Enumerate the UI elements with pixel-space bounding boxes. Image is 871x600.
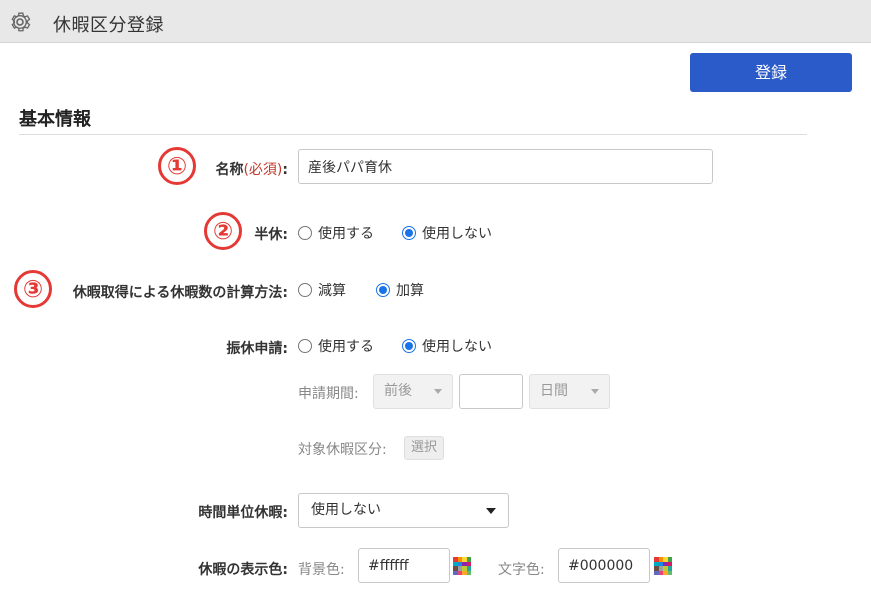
substitute-label: 振休申請:: [226, 341, 288, 357]
radio-circle-checked[interactable]: [402, 339, 416, 353]
color-palette-icon[interactable]: [654, 557, 672, 575]
name-input[interactable]: [298, 149, 713, 184]
hourly-leave-value: 使用しない: [311, 502, 381, 518]
period-unit-select[interactable]: 日間: [529, 374, 610, 409]
name-label: 名称(必須):: [215, 159, 288, 179]
calc-method-option-subtract[interactable]: 減算: [298, 280, 346, 300]
display-color-label: 休暇の表示色:: [198, 562, 288, 578]
radio-circle[interactable]: [298, 339, 312, 353]
radio-circle-checked[interactable]: [402, 226, 416, 240]
substitute-option-not-use[interactable]: 使用しない: [402, 336, 492, 356]
text-color-input[interactable]: [558, 548, 650, 583]
annotation-badge-2: ②: [204, 212, 242, 250]
required-mark: (必須): [243, 162, 283, 178]
radio-label: 使用しない: [422, 226, 492, 242]
half-day-label: 半休:: [254, 227, 288, 243]
radio-circle[interactable]: [298, 226, 312, 240]
chevron-down-icon: [591, 389, 599, 394]
gear-icon[interactable]: [8, 10, 32, 34]
radio-label: 使用する: [318, 339, 374, 355]
radio-circle-checked[interactable]: [376, 283, 390, 297]
background-color-label: 背景色:: [298, 562, 345, 578]
hourly-leave-label: 時間単位休暇:: [198, 505, 288, 521]
radio-label: 使用する: [318, 226, 374, 242]
target-category-label: 対象休暇区分:: [298, 442, 387, 458]
chevron-down-icon: [434, 389, 442, 394]
radio-label: 使用しない: [422, 339, 492, 355]
half-day-option-not-use[interactable]: 使用しない: [402, 223, 492, 243]
annotation-badge-1: ①: [158, 147, 196, 185]
calc-method-radio-group: 減算 加算: [298, 280, 498, 300]
chevron-down-icon: [486, 508, 496, 514]
calc-method-label: 休暇取得による休暇数の計算方法:: [72, 285, 288, 301]
register-button[interactable]: 登録: [690, 53, 852, 92]
radio-label: 減算: [318, 283, 346, 299]
period-label: 申請期間:: [298, 386, 359, 402]
radio-label: 加算: [396, 283, 424, 299]
hourly-leave-select[interactable]: 使用しない: [298, 493, 509, 528]
calc-method-option-add[interactable]: 加算: [376, 280, 424, 300]
text-color-label: 文字色:: [498, 562, 545, 578]
radio-circle[interactable]: [298, 283, 312, 297]
period-direction-value: 前後: [384, 383, 412, 399]
period-direction-select[interactable]: 前後: [373, 374, 453, 409]
half-day-option-use[interactable]: 使用する: [298, 223, 374, 243]
name-label-text: 名称: [215, 162, 244, 178]
period-days-input[interactable]: [459, 374, 523, 409]
section-divider: [19, 134, 807, 135]
annotation-badge-3: ③: [14, 270, 52, 308]
color-palette-icon[interactable]: [453, 557, 471, 575]
page-title: 休暇区分登録: [53, 15, 164, 36]
substitute-option-use[interactable]: 使用する: [298, 336, 374, 356]
substitute-radio-group: 使用する 使用しない: [298, 336, 558, 356]
section-title: 基本情報: [19, 109, 91, 130]
background-color-input[interactable]: [358, 548, 450, 583]
period-unit-value: 日間: [540, 383, 568, 399]
name-label-colon: :: [282, 162, 288, 178]
half-day-radio-group: 使用する 使用しない: [298, 223, 558, 243]
target-select-button[interactable]: 選択: [404, 436, 444, 460]
title-bar: 休暇区分登録: [0, 0, 871, 43]
